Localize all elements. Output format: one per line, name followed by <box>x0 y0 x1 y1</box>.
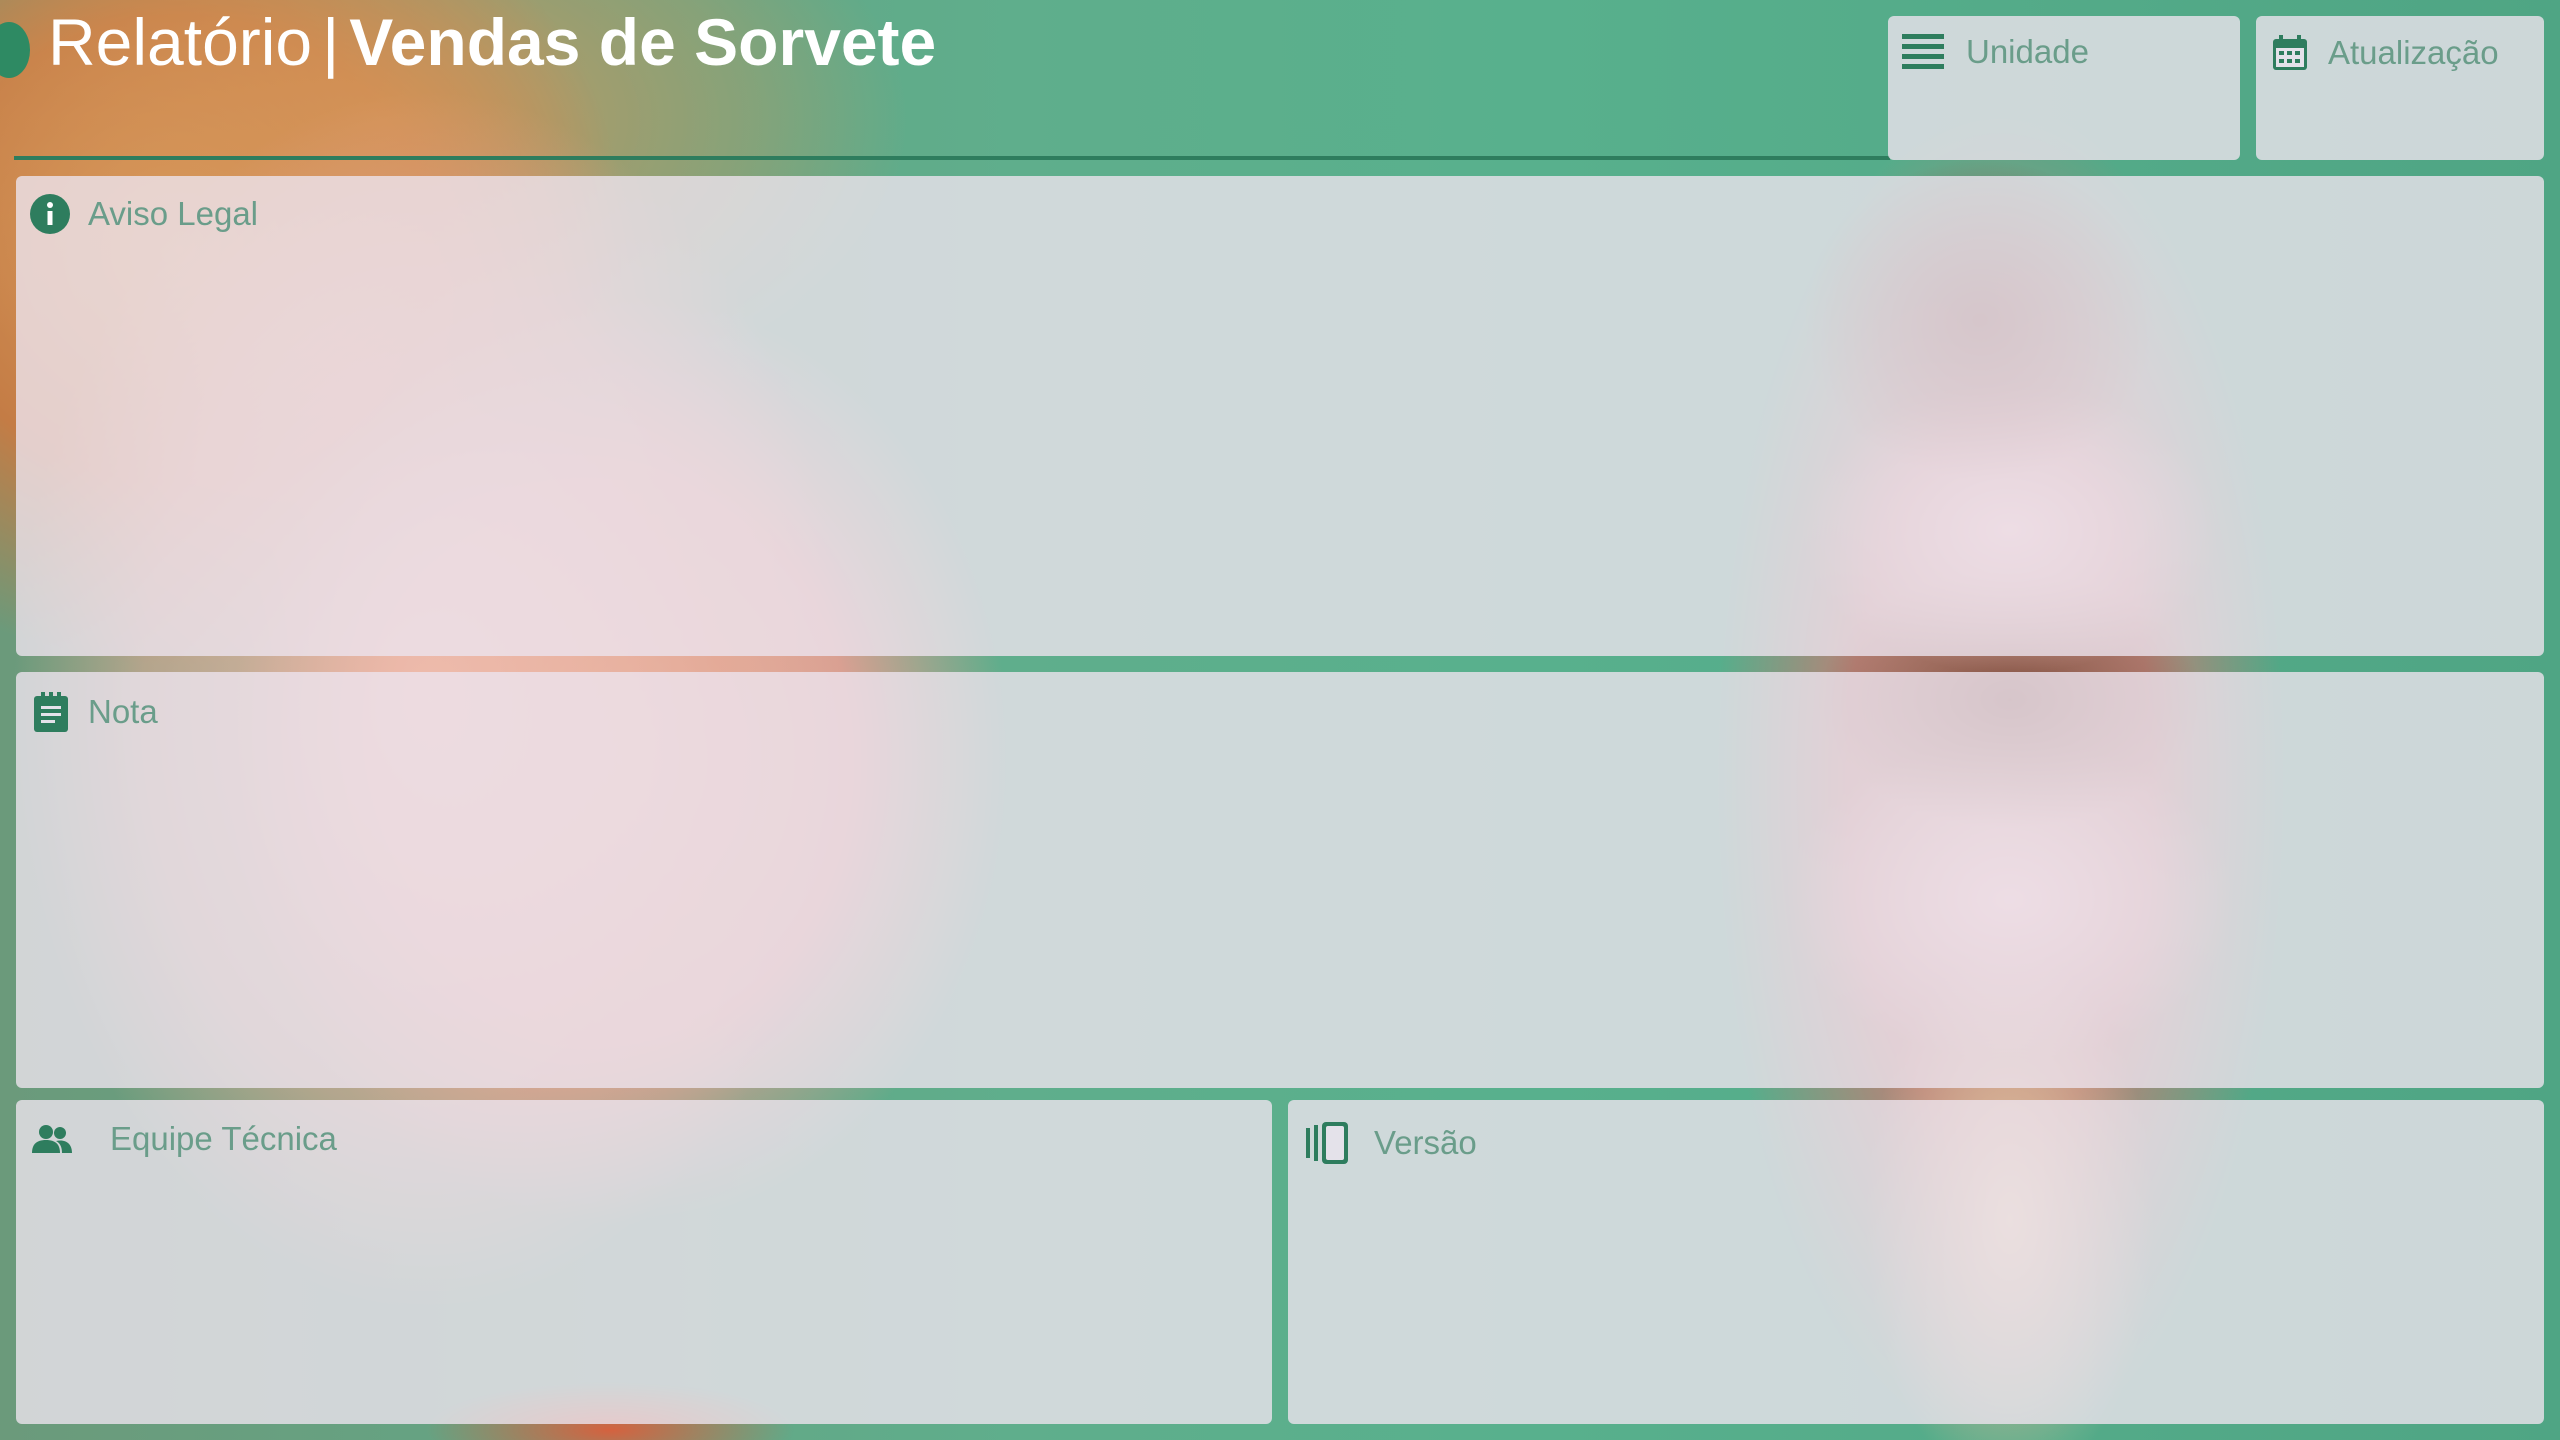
page-title: Relatório | Vendas de Sorvete <box>48 2 936 82</box>
equipe-tecnica-header: Equipe Técnica <box>32 1120 337 1158</box>
nota-header: Nota <box>34 692 158 732</box>
atualizacao-filter-header: Atualização <box>2272 34 2499 72</box>
nota-label: Nota <box>88 693 158 730</box>
aviso-legal-panel: Aviso Legal <box>16 176 2544 656</box>
atualizacao-filter-label: Atualização <box>2328 34 2499 71</box>
header-divider <box>14 156 1890 160</box>
calendar-icon <box>2272 35 2308 71</box>
equipe-tecnica-panel: Equipe Técnica <box>16 1100 1272 1424</box>
versao-label: Versão <box>1374 1124 1477 1161</box>
page-title-separator: | <box>322 5 340 79</box>
title-accent-dot <box>0 22 30 78</box>
equipe-tecnica-label: Equipe Técnica <box>110 1120 337 1157</box>
unidade-filter[interactable]: Unidade <box>1888 16 2240 160</box>
versions-icon <box>1306 1122 1348 1164</box>
people-icon <box>32 1124 72 1154</box>
versao-panel: Versão <box>1288 1100 2544 1424</box>
nota-panel: Nota <box>16 672 2544 1088</box>
info-icon <box>30 194 70 234</box>
list-lines-icon <box>1902 32 1944 72</box>
page-title-prefix: Relatório <box>48 5 313 79</box>
unidade-filter-label: Unidade <box>1966 33 2089 70</box>
versao-header: Versão <box>1306 1122 1477 1164</box>
notepad-icon <box>34 692 68 732</box>
aviso-legal-label: Aviso Legal <box>88 195 259 232</box>
atualizacao-filter[interactable]: Atualização <box>2256 16 2544 160</box>
aviso-legal-header: Aviso Legal <box>30 194 258 234</box>
page-title-main: Vendas de Sorvete <box>349 5 937 79</box>
unidade-filter-header: Unidade <box>1902 32 2089 72</box>
